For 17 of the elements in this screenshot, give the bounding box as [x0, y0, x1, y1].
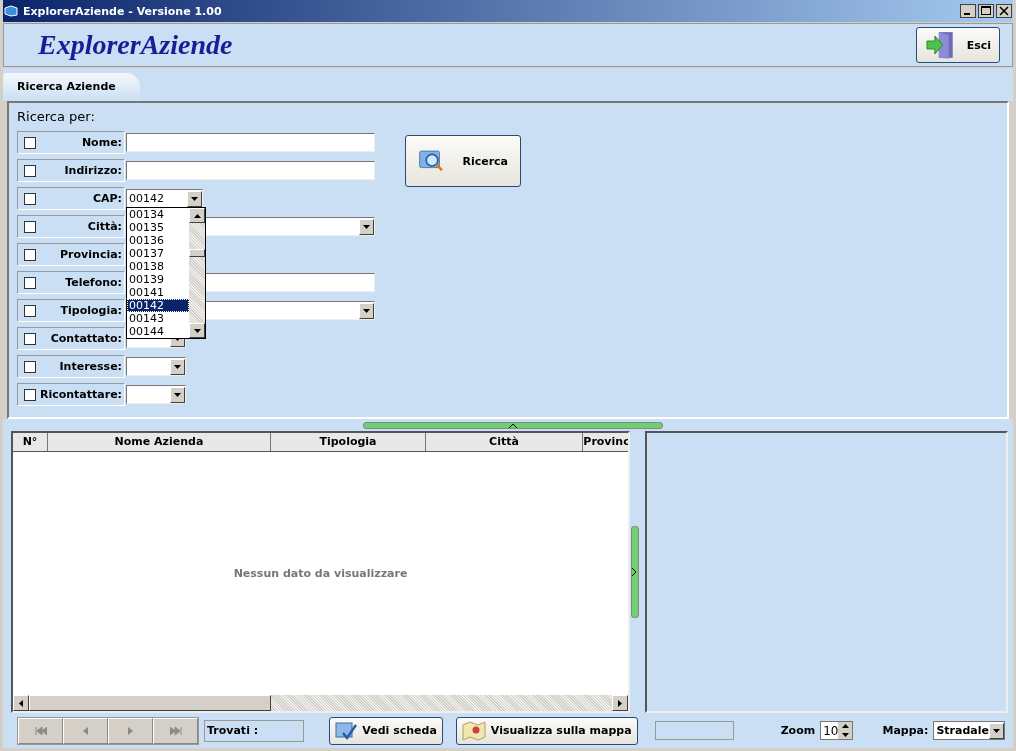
field-label: Ricontattare:: [39, 388, 122, 401]
field-label: Tipologia:: [60, 304, 122, 317]
field-label: Città:: [87, 220, 122, 233]
field-label: Contattato:: [50, 332, 122, 345]
field-label: Indirizzo:: [64, 164, 122, 177]
results-count-label: Trovati :: [207, 724, 259, 737]
section-title: Ricerca per:: [17, 109, 96, 124]
empty-message: Nessun dato da visualizzare: [233, 567, 408, 580]
app-logo: ExplorerAziende: [38, 29, 233, 61]
field-label: Nome:: [81, 136, 122, 149]
field-label: CAP:: [92, 192, 122, 205]
zoom-label: Zoom: [780, 724, 816, 737]
window-title: ExplorerAziende - Versione 1.00: [23, 4, 222, 18]
map-type-label: Mappa:: [882, 724, 929, 737]
field-label: Telefono:: [65, 276, 122, 289]
field-label: Provincia:: [60, 248, 122, 261]
field-label: Interesse:: [59, 360, 122, 373]
